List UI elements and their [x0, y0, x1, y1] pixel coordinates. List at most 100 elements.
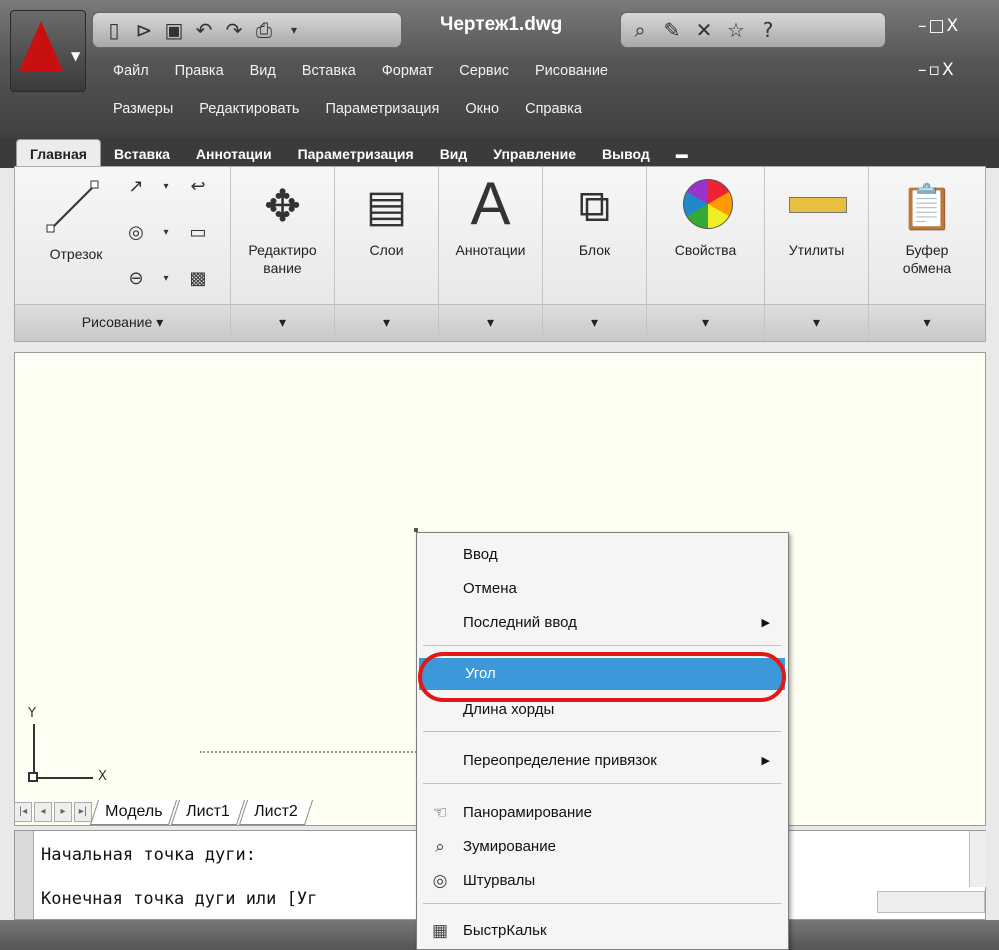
pan-hand-icon: ☜ — [432, 803, 448, 822]
properties-panel[interactable]: Свойства ▾ — [647, 167, 765, 341]
application-menu-button[interactable]: ▼ — [10, 10, 86, 92]
ellipse-dropdown-icon[interactable]: ▾ — [151, 265, 181, 293]
tab-output[interactable]: Вывод — [589, 140, 663, 168]
menu-view[interactable]: Вид — [237, 58, 289, 84]
command-horizontal-scrollbar[interactable] — [877, 891, 985, 913]
menu-draw[interactable]: Рисование — [522, 58, 621, 84]
menu-item-osnap-override[interactable]: Переопределение привязок ▶ — [417, 745, 788, 777]
favorites-star-icon[interactable]: ☆ — [723, 17, 749, 43]
search-binoculars-icon[interactable]: ⌕ — [627, 17, 653, 43]
color-wheel-icon — [683, 179, 733, 229]
rectangle-icon[interactable]: ▭ — [183, 219, 213, 247]
new-icon[interactable]: ▯ — [101, 17, 127, 43]
calculator-icon: ▦ — [431, 921, 449, 940]
chevron-down-icon[interactable]: ▾ — [543, 304, 646, 341]
block-panel[interactable]: ⧉ Блок ▾ — [543, 167, 647, 341]
circle-dropdown-icon[interactable]: ▾ — [151, 219, 181, 247]
menu-format[interactable]: Формат — [369, 58, 447, 84]
annotation-panel[interactable]: A Аннотации ▾ — [439, 167, 543, 341]
menu-item-recent-input[interactable]: Последний ввод ▶ — [417, 607, 788, 639]
help-icon[interactable]: ? — [755, 17, 781, 43]
qat-dropdown-icon[interactable]: ▾ — [281, 17, 307, 43]
hatch-icon[interactable]: ▩ — [183, 265, 213, 293]
menu-insert[interactable]: Вставка — [289, 58, 369, 84]
line-tool-label[interactable]: Отрезок — [21, 245, 131, 263]
redo-icon[interactable]: ↷ — [221, 17, 247, 43]
polyline-icon[interactable]: ↗ — [121, 173, 151, 201]
chevron-down-icon[interactable]: ▾ — [335, 304, 438, 341]
menu-file[interactable]: Файл — [100, 58, 162, 84]
print-icon[interactable]: ⎙ — [251, 17, 277, 43]
prev-tab-icon[interactable]: ◂ — [34, 802, 52, 822]
tab-manage[interactable]: Управление — [480, 140, 589, 168]
command-scrollbar[interactable] — [969, 831, 986, 887]
menu-item-steering-wheels[interactable]: ◎ Штурвалы — [417, 865, 788, 897]
undo-icon[interactable]: ↶ — [191, 17, 217, 43]
line-tool-icon[interactable] — [43, 177, 103, 237]
menu-tools[interactable]: Сервис — [446, 58, 522, 84]
menu-item-enter[interactable]: Ввод — [417, 539, 788, 571]
quick-access-toolbar: ▯ ⊳ ▣ ↶ ↷ ⎙ ▾ — [92, 12, 402, 48]
menu-separator — [423, 903, 781, 904]
ucs-x-label: X — [98, 769, 107, 784]
command-prompt-line[interactable]: Конечная точка дуги или [Уг — [41, 889, 317, 909]
menu-window[interactable]: Окно — [452, 96, 512, 122]
circle-icon[interactable]: ◎ — [121, 219, 151, 247]
chevron-down-icon[interactable]: ▾ — [647, 304, 764, 341]
context-menu: Ввод Отмена Последний ввод ▶ Угол Длина … — [416, 532, 789, 950]
tab-model[interactable]: Модель — [89, 799, 178, 825]
tab-annotate[interactable]: Аннотации — [183, 140, 285, 168]
next-tab-icon[interactable]: ▸ — [54, 802, 72, 822]
document-title: Чертеж1.dwg — [440, 14, 563, 35]
ucs-y-axis — [33, 724, 35, 778]
menu-separator — [423, 645, 781, 646]
menu-edit[interactable]: Правка — [162, 58, 237, 84]
properties-panel-label: Свойства — [674, 242, 737, 258]
menu-separator — [423, 731, 781, 732]
arc-icon[interactable]: ↩ — [183, 173, 213, 201]
first-tab-icon[interactable]: |◂ — [14, 802, 32, 822]
tab-sheet1-label: Лист1 — [186, 802, 231, 820]
save-icon[interactable]: ▣ — [161, 17, 187, 43]
menu-parametric[interactable]: Параметризация — [312, 96, 452, 122]
clipboard-panel[interactable]: 📋 Буфер обмена ▾ — [869, 167, 985, 341]
chevron-down-icon: ▼ — [71, 49, 81, 63]
tab-parametric[interactable]: Параметризация — [285, 140, 427, 168]
menu-item-quickcalc[interactable]: ▦ БыстрКальк — [417, 915, 788, 947]
window-controls[interactable]: –□X — [918, 16, 960, 36]
tab-sheet1[interactable]: Лист1 — [171, 799, 246, 825]
document-window-controls[interactable]: –▫X — [918, 60, 956, 80]
draw-panel-footer[interactable]: Рисование ▾ — [15, 304, 230, 341]
command-grip[interactable] — [15, 831, 34, 919]
wrench-icon[interactable]: ✎ — [659, 17, 685, 43]
chevron-down-icon[interactable]: ▾ — [869, 304, 985, 341]
last-tab-icon[interactable]: ▸| — [74, 802, 92, 822]
chevron-down-icon[interactable]: ▾ — [765, 304, 868, 341]
menu-item-zoom[interactable]: ⌕ Зумирование — [417, 831, 788, 863]
ribbon-minimize-icon[interactable]: ▬ — [663, 140, 701, 168]
ellipse-icon[interactable]: ⊖ — [121, 265, 151, 293]
block-panel-label: Блок — [578, 242, 611, 258]
clipboard-panel-label: Буфер обмена — [902, 242, 952, 276]
menu-help[interactable]: Справка — [512, 96, 595, 122]
modify-panel[interactable]: ✥ Редактиро вание ▾ — [231, 167, 335, 341]
info-center-toolbar: ⌕ ✎ ✕ ☆ ? — [620, 12, 886, 48]
layers-panel[interactable]: ▤ Слои ▾ — [335, 167, 439, 341]
menu-item-pan[interactable]: ☜ Панорамирование — [417, 797, 788, 829]
tab-home[interactable]: Главная — [16, 139, 101, 168]
menu-dimension[interactable]: Размеры — [100, 96, 186, 122]
tab-view[interactable]: Вид — [427, 140, 481, 168]
polyline-dropdown-icon[interactable]: ▾ — [151, 173, 181, 201]
tab-insert[interactable]: Вставка — [101, 140, 183, 168]
menu-item-cancel[interactable]: Отмена — [417, 573, 788, 605]
draw-panel: Отрезок ↗ ▾ ↩ ◎ ▾ ▭ ⊖ ▾ ▩ Рисование ▾ — [15, 167, 231, 341]
menu-modify[interactable]: Редактировать — [186, 96, 312, 122]
ucs-x-axis — [33, 777, 93, 779]
chevron-down-icon[interactable]: ▾ — [231, 304, 334, 341]
tab-sheet2[interactable]: Лист2 — [239, 799, 313, 825]
chevron-down-icon[interactable]: ▾ — [439, 304, 542, 341]
tab-sheet2-label: Лист2 — [254, 802, 298, 820]
open-icon[interactable]: ⊳ — [131, 17, 157, 43]
utilities-panel[interactable]: Утилиты ▾ — [765, 167, 869, 341]
communication-icon[interactable]: ✕ — [691, 17, 717, 43]
